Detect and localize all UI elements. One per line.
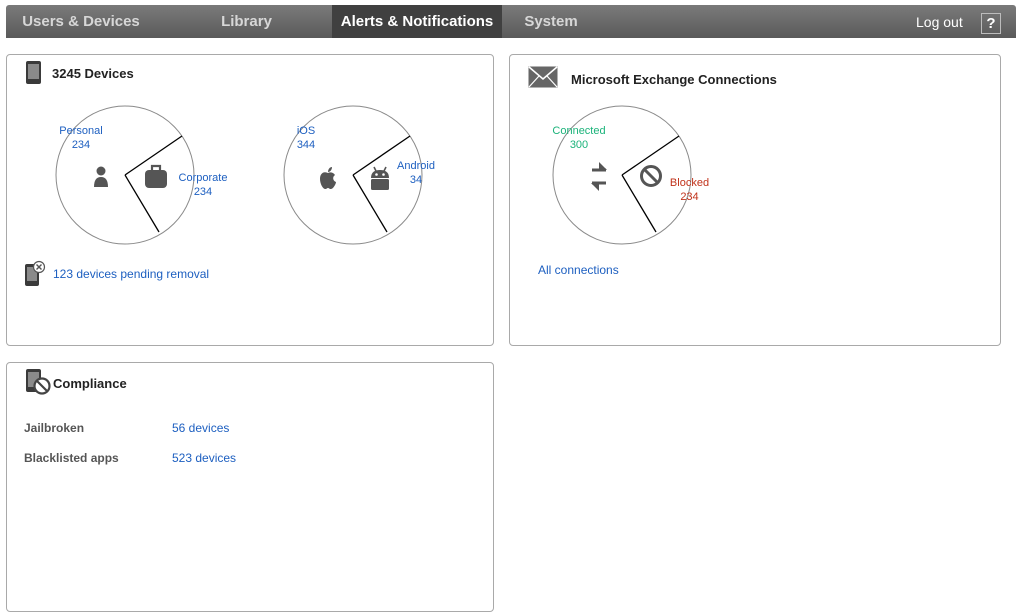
apple-icon xyxy=(320,167,336,189)
connected-label[interactable]: Connected 300 xyxy=(544,124,614,152)
tab-users-devices[interactable]: Users & Devices xyxy=(6,5,156,38)
android-count: 34 xyxy=(409,174,423,186)
mobile-device-icon xyxy=(26,61,41,84)
briefcase-icon xyxy=(145,164,167,188)
top-navigation-bar: Users & Devices Library Alerts & Notific… xyxy=(6,5,1016,38)
envelope-icon xyxy=(528,66,558,88)
blocked-icon xyxy=(640,165,662,187)
jailbroken-label: Jailbroken xyxy=(24,421,85,435)
corporate-label[interactable]: Corporate 234 xyxy=(173,171,233,199)
blocked-count: 234 xyxy=(680,191,699,203)
ios-label-text: iOS xyxy=(296,125,316,137)
ios-count: 344 xyxy=(296,139,316,151)
blacklisted-apps-devices-link[interactable]: 523 devices xyxy=(172,451,236,465)
exchange-panel-title: Microsoft Exchange Connections xyxy=(571,72,777,87)
corporate-label-text: Corporate xyxy=(178,172,228,184)
device-removal-icon xyxy=(25,260,46,286)
android-label-text: Android xyxy=(397,160,435,172)
android-icon xyxy=(371,166,389,190)
blocked-label[interactable]: Blocked 234 xyxy=(662,176,717,204)
devices-panel-title: 3245 Devices xyxy=(52,66,134,81)
person-icon xyxy=(94,166,108,187)
personal-count: 234 xyxy=(71,139,91,151)
personal-label-text: Personal xyxy=(59,125,103,137)
android-label[interactable]: Android 34 xyxy=(393,159,439,187)
ios-label[interactable]: iOS 344 xyxy=(281,124,331,152)
compliance-panel-title: Compliance xyxy=(53,376,127,391)
all-connections-link[interactable]: All connections xyxy=(538,263,619,277)
connected-count: 300 xyxy=(569,139,589,151)
compliance-panel: Compliance Jailbroken 56 devices Blackli… xyxy=(6,362,494,612)
jailbroken-devices-link[interactable]: 56 devices xyxy=(172,421,229,435)
devices-panel: 3245 Devices Personal 234 Corporate 234 … xyxy=(6,54,494,346)
connected-label-text: Connected xyxy=(552,125,606,137)
personal-label[interactable]: Personal 234 xyxy=(51,124,111,152)
sync-arrows-icon xyxy=(591,162,607,191)
blocked-label-text: Blocked xyxy=(669,177,710,189)
tab-library[interactable]: Library xyxy=(189,5,304,38)
exchange-panel: Microsoft Exchange Connections Connected… xyxy=(509,54,1001,346)
pending-removal-link[interactable]: 123 devices pending removal xyxy=(53,267,209,281)
help-button[interactable]: ? xyxy=(981,13,1001,34)
tab-system[interactable]: System xyxy=(511,5,591,38)
corporate-count: 234 xyxy=(193,186,213,198)
logout-link[interactable]: Log out xyxy=(916,5,963,38)
tab-alerts-notifications[interactable]: Alerts & Notifications xyxy=(332,5,502,38)
blocked-device-icon xyxy=(26,369,51,395)
blacklisted-apps-label: Blacklisted apps xyxy=(24,451,119,465)
